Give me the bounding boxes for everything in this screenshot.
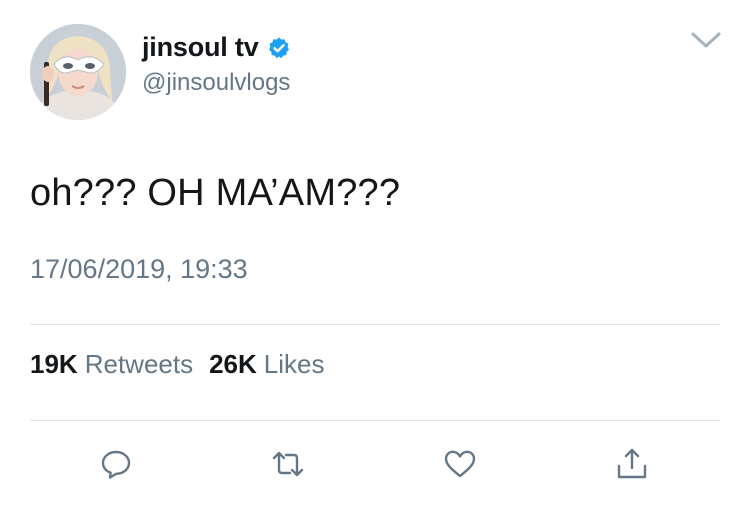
chevron-down-icon[interactable]: [688, 28, 724, 52]
user-name-row[interactable]: jinsoul tv: [142, 29, 291, 65]
display-name[interactable]: jinsoul tv: [142, 32, 259, 63]
avatar[interactable]: [30, 24, 126, 120]
tweet-timestamp[interactable]: 17/06/2019, 19:33: [30, 254, 248, 285]
heart-icon[interactable]: [442, 446, 478, 482]
verified-badge-icon: [267, 36, 291, 60]
reply-icon[interactable]: [98, 446, 134, 482]
user-handle[interactable]: @jinsoulvlogs: [142, 69, 290, 97]
retweets-label[interactable]: Retweets: [85, 349, 193, 380]
divider: [30, 324, 720, 325]
likes-count[interactable]: 26K: [209, 349, 257, 380]
retweets-count[interactable]: 19K: [30, 349, 78, 380]
tweet-text: oh??? OH MA’AM???: [30, 172, 401, 214]
tweet-stats: 19K Retweets 26K Likes: [30, 349, 325, 380]
divider: [30, 420, 720, 421]
likes-label[interactable]: Likes: [264, 349, 325, 380]
share-icon[interactable]: [614, 446, 650, 482]
retweet-icon[interactable]: [270, 446, 306, 482]
